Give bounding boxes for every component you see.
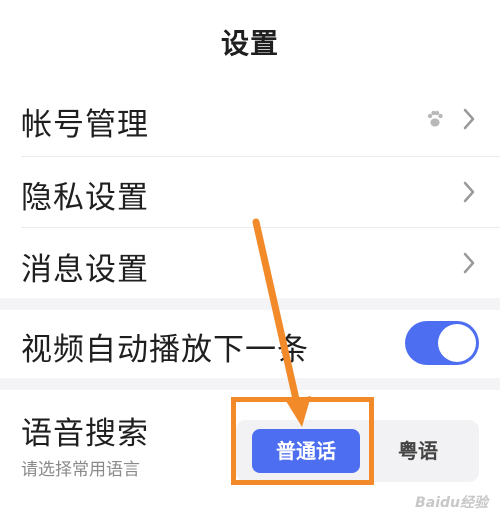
annotation-highlight-box	[231, 397, 374, 485]
section-gap	[0, 378, 500, 390]
header-bar: 设置	[0, 0, 500, 83]
paw-icon	[427, 110, 443, 127]
settings-row-message[interactable]: 消息设置	[0, 228, 500, 298]
autoplay-toggle[interactable]	[405, 321, 479, 365]
voice-search-title: 语音搜索	[21, 416, 149, 452]
settings-row-autoplay: 视频自动播放下一条	[0, 310, 500, 378]
account-label: 帐号管理	[21, 107, 149, 143]
chevron-right-icon	[463, 181, 475, 203]
option-cantonese-button[interactable]: 粤语	[364, 429, 472, 473]
chevron-right-icon	[463, 252, 475, 274]
voice-search-subtitle: 请选择常用语言	[21, 460, 140, 480]
autoplay-label: 视频自动播放下一条	[21, 332, 309, 368]
page-title: 设置	[220, 27, 279, 60]
message-label: 消息设置	[21, 252, 149, 288]
privacy-label: 隐私设置	[21, 180, 149, 216]
section-gap	[0, 298, 500, 310]
chevron-right-icon	[463, 108, 475, 130]
toggle-knob	[438, 324, 476, 362]
settings-row-privacy[interactable]: 隐私设置	[0, 157, 500, 227]
settings-row-account[interactable]: 帐号管理	[0, 82, 500, 156]
watermark: Baidu经验	[415, 495, 488, 511]
